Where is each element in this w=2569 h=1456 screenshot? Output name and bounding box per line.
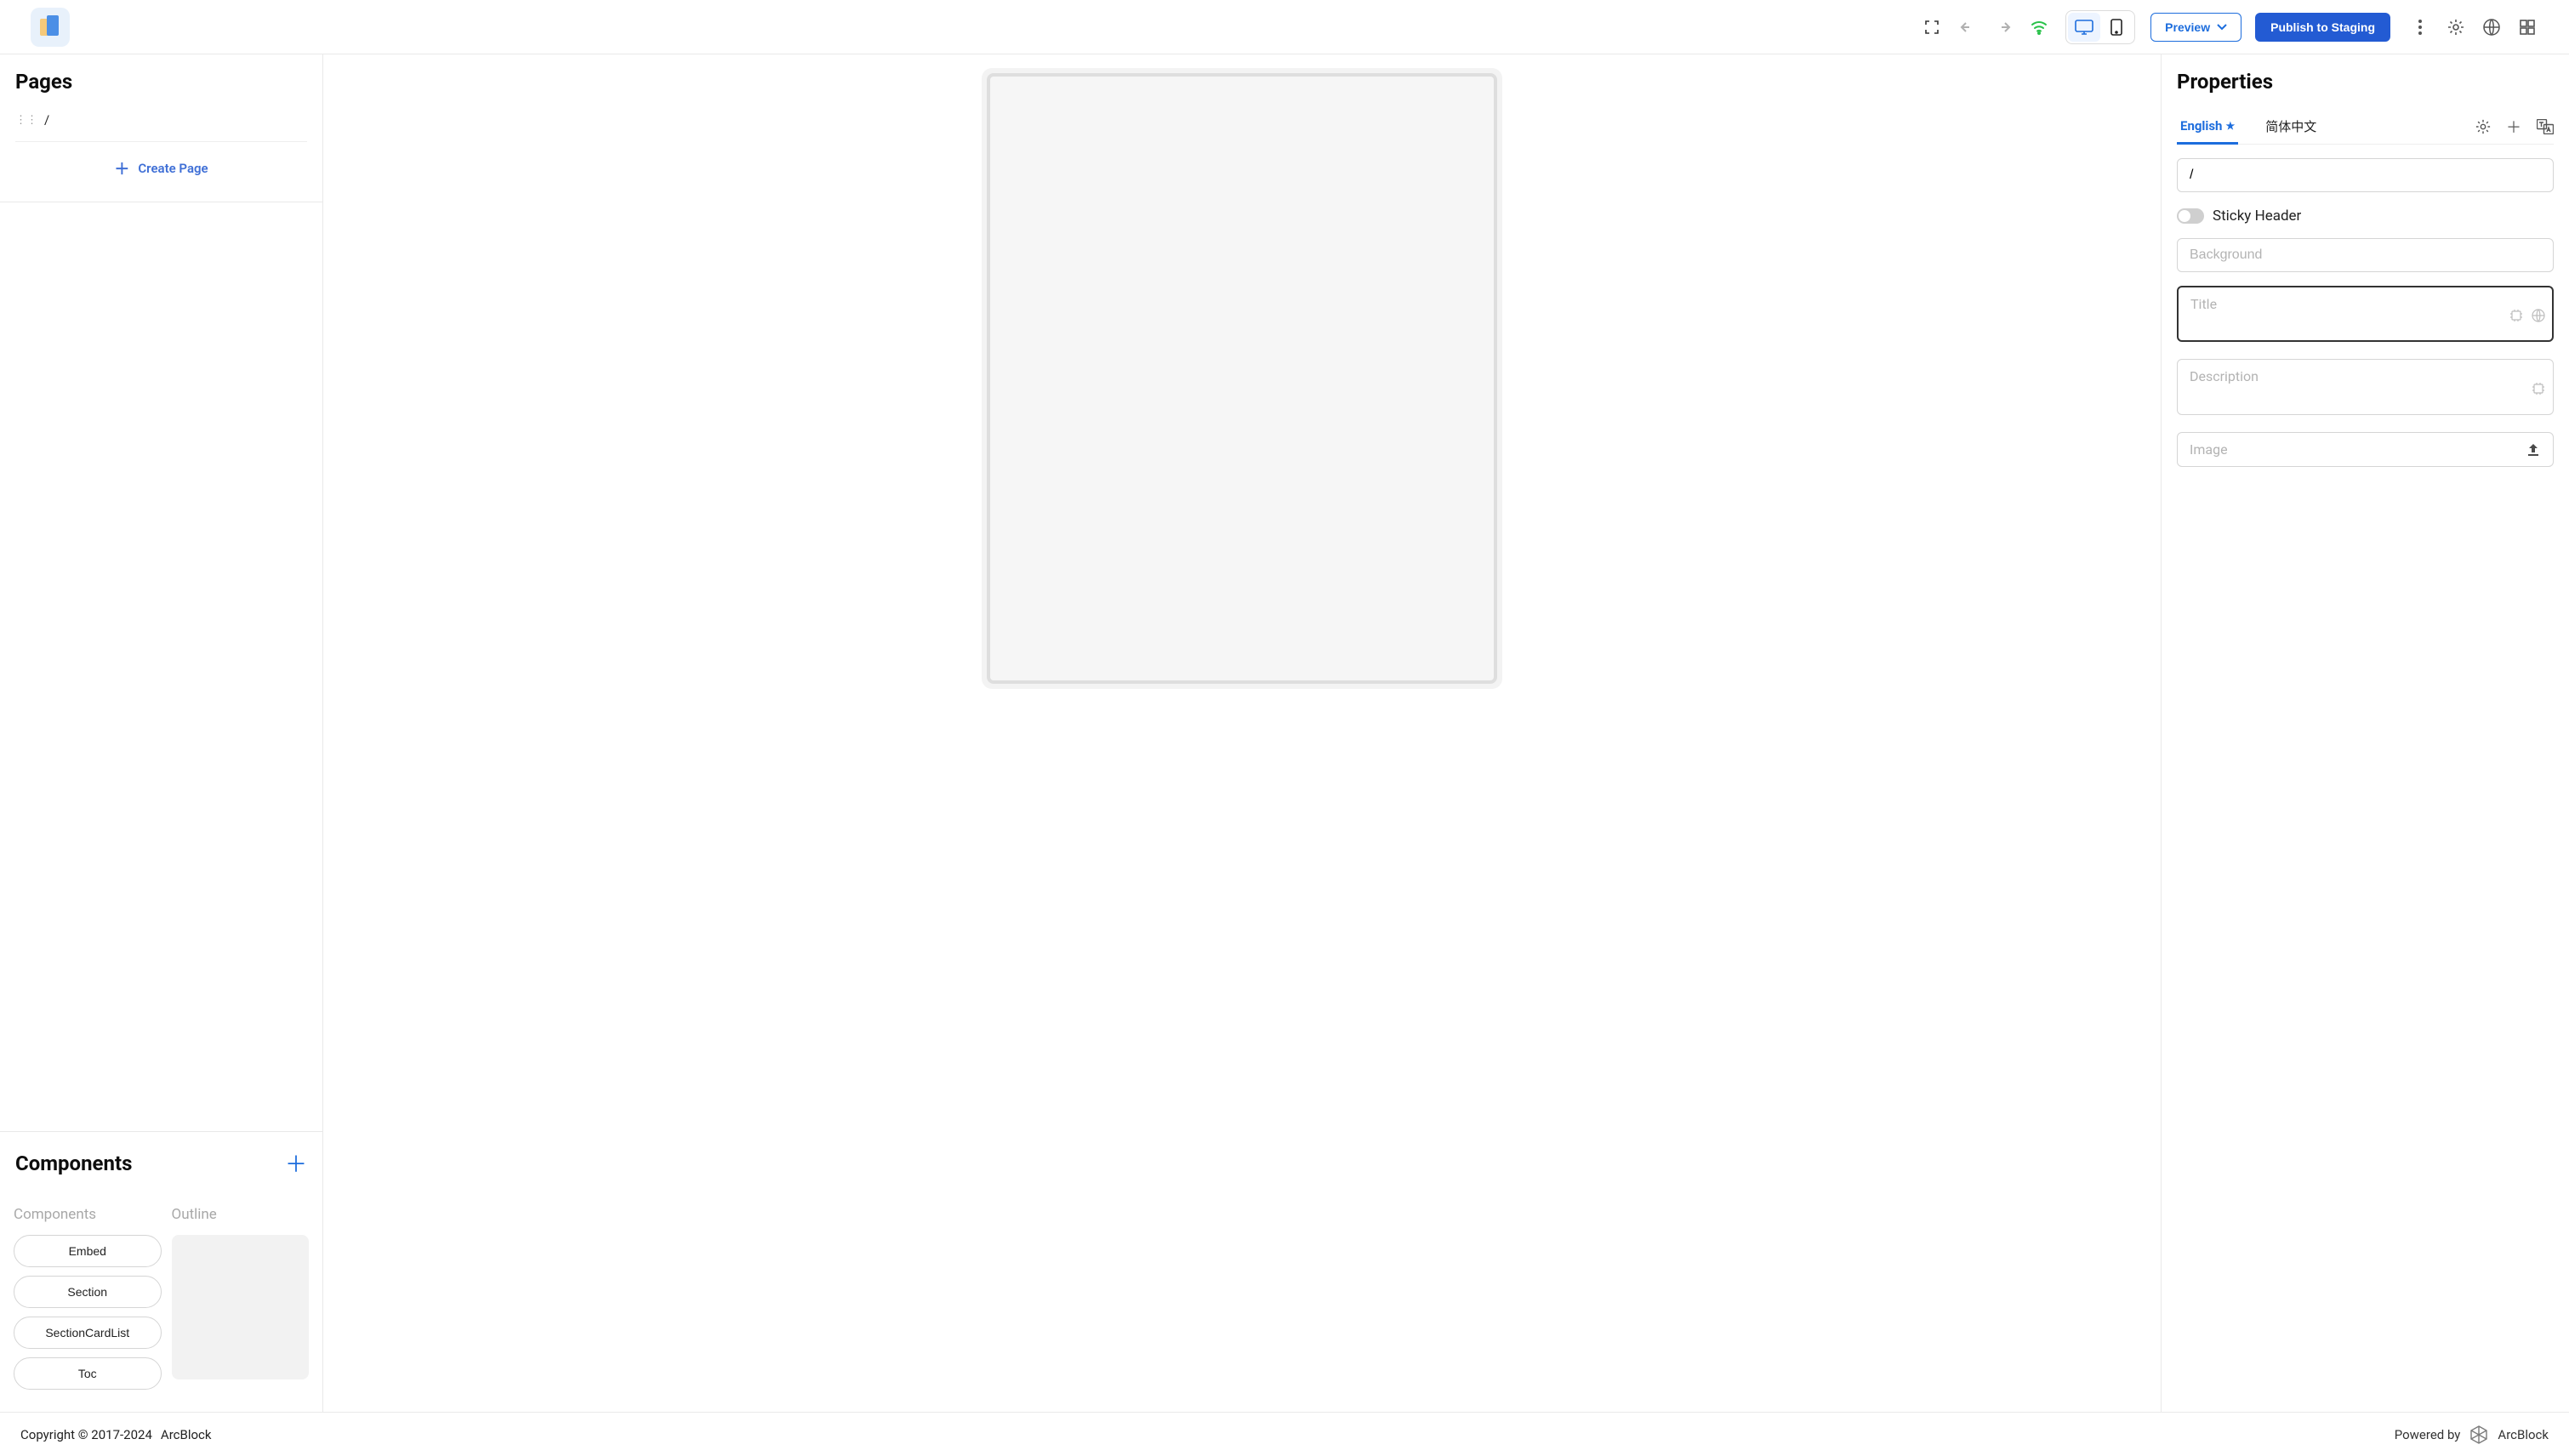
- preview-button[interactable]: Preview: [2150, 13, 2241, 42]
- outline-label: Outline: [172, 1206, 310, 1223]
- title-ai-icon[interactable]: [2509, 309, 2523, 322]
- path-input[interactable]: [2177, 158, 2554, 192]
- wifi-icon[interactable]: [2025, 13, 2053, 42]
- tab-english[interactable]: English ★: [2177, 110, 2238, 145]
- page-canvas[interactable]: [987, 73, 1497, 684]
- pages-heading: Pages: [15, 70, 307, 94]
- tab-chinese-label: 简体中文: [2265, 117, 2316, 135]
- title-input[interactable]: [2177, 286, 2554, 342]
- canvas-wrap: [982, 68, 1502, 689]
- desktop-device-button[interactable]: [2068, 13, 2100, 42]
- gear-icon[interactable]: [2441, 13, 2470, 42]
- upload-icon[interactable]: [2526, 442, 2541, 458]
- component-pill-section[interactable]: Section: [14, 1276, 162, 1308]
- more-vertical-icon[interactable]: [2406, 13, 2435, 42]
- mobile-device-button[interactable]: [2100, 13, 2133, 42]
- component-pill-sectioncardlist[interactable]: SectionCardList: [14, 1317, 162, 1349]
- sticky-header-label: Sticky Header: [2213, 208, 2301, 225]
- properties-heading: Properties: [2177, 70, 2554, 94]
- sticky-header-toggle[interactable]: [2177, 208, 2204, 224]
- footer: Copyright © 2017-2024 ArcBlock Powered b…: [0, 1412, 2569, 1456]
- image-placeholder: Image: [2190, 441, 2228, 458]
- page-row-root[interactable]: ⋮⋮ /: [15, 107, 307, 133]
- components-heading: Components: [15, 1152, 132, 1175]
- footer-copyright: Copyright © 2017-2024: [20, 1427, 152, 1442]
- pages-panel: Pages ⋮⋮ / ＋ Create Page: [0, 54, 322, 202]
- footer-powered-by: Powered by: [2395, 1427, 2461, 1442]
- description-ai-icon[interactable]: [2532, 382, 2545, 395]
- language-tabs: English ★ 简体中文 ＋: [2177, 109, 2554, 145]
- title-globe-icon[interactable]: [2532, 309, 2545, 322]
- components-bottom-panel: Components Embed Section SectionCardList…: [0, 1194, 322, 1412]
- component-pill-toc[interactable]: Toc: [14, 1357, 162, 1390]
- plus-icon: ＋: [114, 157, 129, 179]
- create-page-button[interactable]: ＋ Create Page: [15, 141, 307, 195]
- default-language-star-icon: ★: [2225, 120, 2235, 132]
- components-panel: Components ＋: [0, 1131, 322, 1194]
- translate-icon[interactable]: [2537, 119, 2554, 134]
- image-input[interactable]: Image: [2177, 432, 2554, 467]
- add-language-icon[interactable]: ＋: [2506, 116, 2521, 138]
- drag-handle-icon[interactable]: ⋮⋮: [15, 114, 37, 127]
- outline-box[interactable]: [172, 1235, 310, 1379]
- globe-icon[interactable]: [2477, 13, 2506, 42]
- properties-panel: Properties English ★ 简体中文 ＋ /* placeho: [2161, 54, 2569, 1412]
- device-switcher: [2065, 10, 2135, 44]
- preview-button-label: Preview: [2165, 20, 2210, 34]
- page-path: /: [44, 112, 49, 128]
- publish-button-label: Publish to Staging: [2270, 20, 2375, 34]
- left-sidebar: Pages ⋮⋮ / ＋ Create Page Components ＋ Co…: [0, 54, 323, 1412]
- publish-button[interactable]: Publish to Staging: [2255, 13, 2390, 42]
- app-logo[interactable]: [31, 8, 70, 47]
- chevron-down-icon: [2217, 24, 2227, 31]
- language-settings-icon[interactable]: [2475, 119, 2491, 134]
- create-page-label: Create Page: [138, 161, 208, 176]
- redo-icon[interactable]: [1989, 13, 2018, 42]
- description-input[interactable]: [2177, 359, 2554, 415]
- tab-chinese[interactable]: 简体中文: [2262, 109, 2320, 144]
- footer-brand: ArcBlock: [161, 1427, 212, 1442]
- undo-icon[interactable]: [1953, 13, 1982, 42]
- component-pill-embed[interactable]: Embed: [14, 1235, 162, 1267]
- grid-icon[interactable]: [2513, 13, 2542, 42]
- logo-icon: [40, 15, 60, 39]
- background-input[interactable]: [2177, 238, 2554, 272]
- components-list-label: Components: [14, 1206, 162, 1223]
- topbar: Preview Publish to Staging: [0, 0, 2569, 54]
- footer-powered-brand: ArcBlock: [2498, 1427, 2549, 1442]
- fullscreen-icon[interactable]: [1917, 13, 1946, 42]
- add-component-button[interactable]: ＋: [285, 1147, 307, 1179]
- canvas-area: [323, 54, 2161, 1412]
- tab-english-label: English: [2180, 118, 2222, 134]
- arcblock-logo-icon: [2469, 1425, 2489, 1445]
